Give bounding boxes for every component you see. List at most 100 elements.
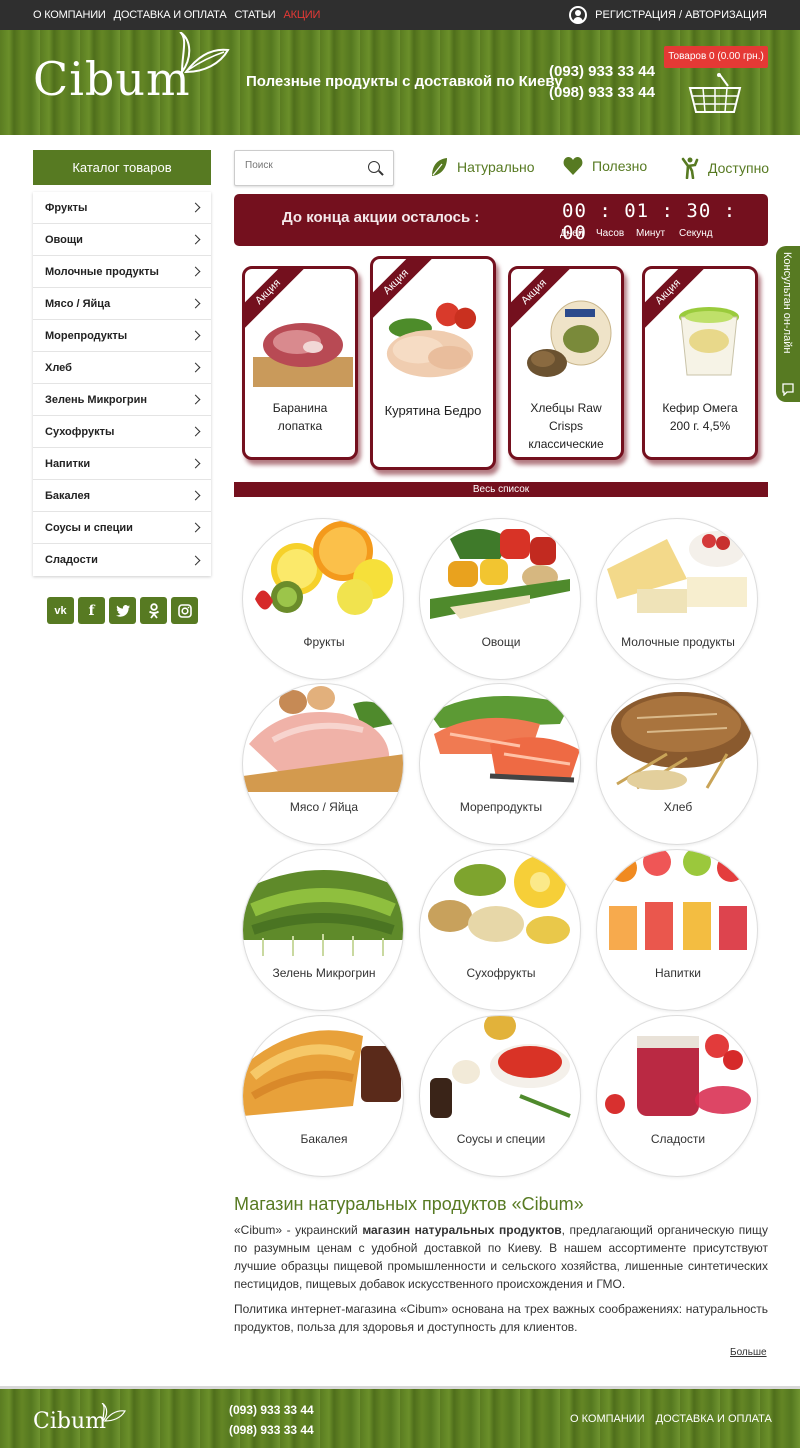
twitter-icon[interactable] <box>109 597 136 624</box>
online-consultant-tab[interactable]: Консультан он-лайн <box>776 246 800 402</box>
catalog-list: Фрукты Овощи Молочные продукты Мясо / Яй… <box>33 192 211 576</box>
feature-healthy: Полезно <box>563 157 647 175</box>
footer-phone-1[interactable]: (093) 933 33 44 <box>229 1400 314 1420</box>
search-icon[interactable] <box>368 161 380 173</box>
search-box <box>234 150 394 186</box>
category-sauces[interactable]: Соусы и специи <box>419 1015 581 1177</box>
unit-minutes: Минут <box>636 228 666 239</box>
category-seafood[interactable]: Морепродукты <box>419 683 581 845</box>
catalog-item-label: Молочные продукты <box>45 265 159 278</box>
catalog-item-seafood[interactable]: Морепродукты <box>33 320 211 352</box>
chevron-right-icon <box>190 458 201 469</box>
catalog-item-drinks[interactable]: Напитки <box>33 448 211 480</box>
about-title: Магазин натуральных продуктов «Cibum» <box>234 1194 584 1214</box>
more-link[interactable]: Больше <box>730 1347 767 1358</box>
category-label: Сладости <box>650 1132 706 1146</box>
search-input[interactable] <box>245 160 355 171</box>
auth-link[interactable]: РЕГИСТРАЦИЯ / АВТОРИЗАЦИЯ <box>569 6 767 24</box>
category-label: Напитки <box>655 966 701 980</box>
header: Cibum Полезные продукты с доставкой по К… <box>0 30 800 135</box>
logo[interactable]: Cibum <box>33 52 191 106</box>
chevron-right-icon <box>190 426 201 437</box>
catalog-item-meat-eggs[interactable]: Мясо / Яйца <box>33 288 211 320</box>
category-dried-fruits[interactable]: Сухофрукты <box>419 849 581 1011</box>
top-bar: О КОМПАНИИ ДОСТАВКА И ОПЛАТА СТАТЬИ АКЦИ… <box>0 0 800 30</box>
chicken-thigh-image <box>381 289 479 387</box>
category-drinks[interactable]: Напитки <box>596 849 758 1011</box>
catalog-item-dried-fruits[interactable]: Сухофрукты <box>33 416 211 448</box>
category-meat-eggs[interactable]: Мясо / Яйца <box>242 683 404 845</box>
odnoklassniki-icon[interactable] <box>140 597 167 624</box>
feature-affordable: Доступно <box>681 157 769 179</box>
nav-articles[interactable]: СТАТЬИ <box>234 9 275 21</box>
footer-phones: (093) 933 33 44 (098) 933 33 44 <box>229 1400 314 1440</box>
footer-nav-about[interactable]: О КОМПАНИИ <box>570 1413 645 1425</box>
person-cheer-icon <box>681 157 699 179</box>
category-label: Зелень Микрогрин <box>272 966 376 980</box>
promo-card-name: Курятина Бедро <box>384 403 482 418</box>
footer: Cibum (093) 933 33 44 (098) 933 33 44 О … <box>0 1386 800 1448</box>
catalog-item-label: Морепродукты <box>45 329 128 342</box>
category-label: Молочные продукты <box>621 635 735 649</box>
catalog-item-sauces[interactable]: Соусы и специи <box>33 512 211 544</box>
category-grocery[interactable]: Бакалея <box>242 1015 404 1177</box>
vk-icon[interactable]: vk <box>47 597 74 624</box>
catalog-item-vegetables[interactable]: Овощи <box>33 224 211 256</box>
catalog-item-sweets[interactable]: Сладости <box>33 544 211 576</box>
catalog-item-microgreens[interactable]: Зелень Микрогрин <box>33 384 211 416</box>
cart-button[interactable]: Товаров 0 (0.00 грн.) <box>664 46 768 68</box>
promo-card-crisps[interactable]: Акция Хлебцы Raw Crisps классические (ве… <box>508 266 624 460</box>
seafood-image <box>430 696 580 783</box>
about-p1-bold: магазин натуральных продуктов <box>362 1223 562 1237</box>
chevron-right-icon <box>190 522 201 533</box>
sweets-image <box>605 1034 751 1116</box>
category-microgreens[interactable]: Зелень Микрогрин <box>242 849 404 1011</box>
footer-logo[interactable]: Cibum <box>33 1409 106 1434</box>
catalog-item-label: Овощи <box>45 233 83 246</box>
promo-card-name: Хлебцы Raw Crisps классические (вегански… <box>521 401 610 457</box>
phone-2[interactable]: (098) 933 33 44 <box>549 82 655 103</box>
about-p1-start: «Cibum» - украинский <box>234 1223 363 1237</box>
promo-card-lamb[interactable]: Акция Баранина лопатка <box>242 266 358 460</box>
nav-delivery[interactable]: ДОСТАВКА И ОПЛАТА <box>114 9 227 21</box>
fruits-image <box>255 521 393 615</box>
dairy-image <box>607 531 747 613</box>
category-dairy[interactable]: Молочные продукты <box>596 518 758 680</box>
category-label: Сухофрукты <box>466 966 536 980</box>
promo-card-chicken[interactable]: Акция Курятина Бедро <box>370 256 496 470</box>
catalog-item-grocery[interactable]: Бакалея <box>33 480 211 512</box>
category-bread[interactable]: Хлеб <box>596 683 758 845</box>
category-vegetables[interactable]: Овощи <box>419 518 581 680</box>
chevron-right-icon <box>190 394 201 405</box>
leaf-logo-icon <box>179 32 230 76</box>
chevron-right-icon <box>190 330 201 341</box>
footer-nav-delivery[interactable]: ДОСТАВКА И ОПЛАТА <box>656 1413 772 1425</box>
countdown-label: До конца акции осталось : <box>282 209 480 226</box>
nav-promotions[interactable]: АКЦИИ <box>284 9 321 21</box>
feature-label: Полезно <box>592 158 648 174</box>
category-sweets[interactable]: Сладости <box>596 1015 758 1177</box>
all-promotions-link[interactable]: Весь список <box>234 482 768 497</box>
catalog-item-label: Сладости <box>45 554 98 566</box>
catalog-item-dairy[interactable]: Молочные продукты <box>33 256 211 288</box>
category-fruits[interactable]: Фрукты <box>242 518 404 680</box>
header-phones: (093) 933 33 44 (098) 933 33 44 <box>549 61 655 103</box>
catalog-item-label: Бакалея <box>45 489 91 502</box>
phone-1[interactable]: (093) 933 33 44 <box>549 61 655 82</box>
chevron-right-icon <box>190 298 201 309</box>
catalog-item-bread[interactable]: Хлеб <box>33 352 211 384</box>
basket-icon[interactable] <box>688 72 742 116</box>
chevron-right-icon <box>190 490 201 501</box>
countdown-units: Дней Часов Минут Секунд <box>560 228 719 239</box>
facebook-icon[interactable]: f <box>78 597 105 624</box>
promo-countdown: До конца акции осталось : 00 : 01 : 30 :… <box>234 194 768 246</box>
nav-about[interactable]: О КОМПАНИИ <box>33 9 106 21</box>
footer-phone-2[interactable]: (098) 933 33 44 <box>229 1420 314 1440</box>
catalog-item-label: Хлеб <box>45 361 72 374</box>
top-nav: О КОМПАНИИ ДОСТАВКА И ОПЛАТА СТАТЬИ АКЦИ… <box>33 9 320 21</box>
promo-card-kefir[interactable]: Акция Кефир Омега 200 г. 4,5% <box>642 266 758 460</box>
bread-image <box>611 692 751 790</box>
catalog-item-fruits[interactable]: Фрукты <box>33 192 211 224</box>
instagram-icon[interactable] <box>171 597 198 624</box>
chevron-right-icon <box>190 362 201 373</box>
